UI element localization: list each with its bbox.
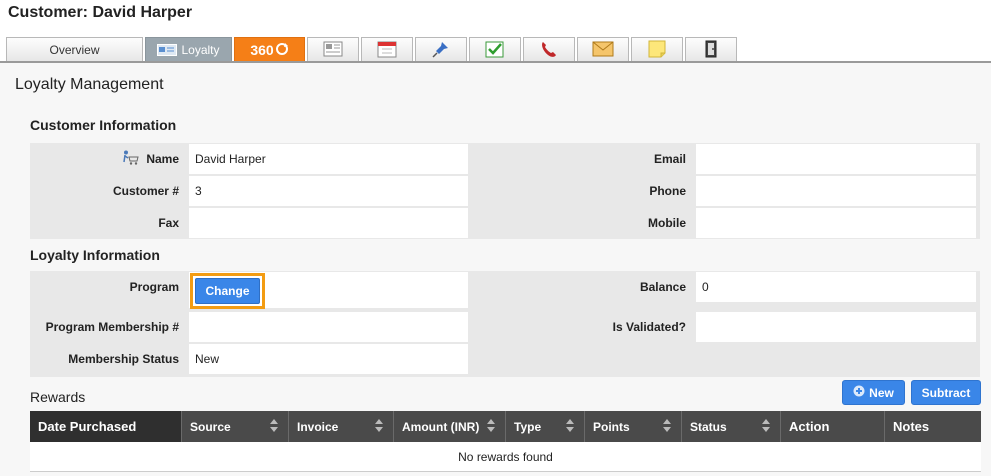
customer-row-number: Customer # 3 Phone <box>30 176 980 206</box>
customer-row-name: Name David Harper Email <box>30 144 980 174</box>
membership-number-field[interactable] <box>189 312 468 342</box>
sort-icon <box>270 419 278 433</box>
sort-icon <box>762 419 770 433</box>
loyalty-info-title: Loyalty Information <box>30 247 160 263</box>
customer-info-grid: Name David Harper Email Customer # 3 Pho… <box>30 143 980 239</box>
tab-phone[interactable] <box>523 37 575 62</box>
col-invoice[interactable]: Invoice <box>289 411 394 442</box>
col-status[interactable]: Status <box>682 411 781 442</box>
col-points-label: Points <box>593 419 630 434</box>
sort-icon <box>375 419 383 433</box>
tab-pin[interactable] <box>415 37 467 62</box>
balance-field[interactable]: 0 <box>696 272 976 302</box>
col-source[interactable]: Source <box>182 411 289 442</box>
calendar-icon <box>377 40 397 61</box>
tab-bar: Overview Loyalty 360 <box>6 36 739 62</box>
sort-icon <box>566 419 574 433</box>
col-action: Action <box>781 411 885 442</box>
col-invoice-label: Invoice <box>297 419 339 434</box>
loyalty-info-grid: Program Change Balance 0 Program Members… <box>30 271 980 377</box>
refresh-circle-icon <box>275 42 289 59</box>
membership-status-label: Membership Status <box>68 352 179 366</box>
sort-icon <box>487 419 495 433</box>
tab-360-label: 360 <box>250 42 274 58</box>
new-reward-label: New <box>869 385 894 400</box>
phone-icon <box>539 40 559 61</box>
tab-newspaper[interactable] <box>307 37 359 62</box>
col-source-label: Source <box>190 419 231 434</box>
rewards-title: Rewards <box>30 389 86 405</box>
rewards-table-header: Date Purchased Source Invoice Amount (IN… <box>30 411 981 442</box>
new-reward-button[interactable]: New <box>842 380 905 405</box>
membership-status-field[interactable]: New <box>189 344 468 374</box>
customer-number-label: Customer # <box>112 184 179 198</box>
is-validated-label: Is Validated? <box>612 320 686 334</box>
change-button-focus: Change <box>190 273 265 309</box>
task-check-icon <box>485 40 505 61</box>
name-field[interactable]: David Harper <box>189 144 468 174</box>
door-icon <box>704 40 718 61</box>
is-validated-field[interactable] <box>696 312 976 342</box>
customer-title: Customer: David Harper <box>8 4 193 21</box>
col-type[interactable]: Type <box>506 411 585 442</box>
plus-circle-icon <box>853 385 865 400</box>
sort-icon <box>663 419 671 433</box>
col-status-label: Status <box>690 419 727 434</box>
customer-header: Customer: David Harper <box>0 0 991 34</box>
change-program-button[interactable]: Change <box>195 278 260 304</box>
note-icon <box>647 39 667 62</box>
loyalty-row-status: Membership Status New <box>30 344 980 374</box>
fax-field[interactable] <box>189 208 468 238</box>
col-date-purchased[interactable]: Date Purchased <box>30 411 182 442</box>
phone-field[interactable] <box>696 176 976 206</box>
col-notes: Notes <box>893 419 930 434</box>
tab-overview[interactable]: Overview <box>6 37 143 62</box>
fax-label: Fax <box>158 216 179 230</box>
mobile-label: Mobile <box>648 216 686 230</box>
tab-loyalty-label: Loyalty <box>181 43 220 57</box>
tab-email[interactable] <box>577 37 629 62</box>
email-field[interactable] <box>696 144 976 174</box>
customer-row-fax: Fax Mobile <box>30 208 980 238</box>
col-points[interactable]: Points <box>585 411 682 442</box>
newspaper-icon <box>323 41 343 60</box>
rewards-empty-message: No rewards found <box>30 442 981 472</box>
loyalty-panel: Loyalty Management Customer Information … <box>0 63 991 476</box>
tab-360[interactable]: 360 <box>234 37 305 62</box>
subtract-button[interactable]: Subtract <box>911 380 981 405</box>
pin-icon <box>432 40 450 61</box>
envelope-icon <box>592 41 614 60</box>
tab-exit[interactable] <box>685 37 737 62</box>
col-amount-label: Amount (INR) <box>402 419 480 434</box>
mobile-field[interactable] <box>696 208 976 238</box>
balance-label: Balance <box>639 280 686 294</box>
page-title: Loyalty Management <box>15 76 164 93</box>
customer-number-field[interactable]: 3 <box>189 176 468 206</box>
col-type-label: Type <box>514 419 542 434</box>
customer-info-title: Customer Information <box>30 117 177 133</box>
tab-loyalty[interactable]: Loyalty <box>145 37 232 62</box>
membership-number-label: Program Membership # <box>45 320 179 334</box>
program-label: Program <box>129 280 179 294</box>
tab-note[interactable] <box>631 37 683 62</box>
col-amount[interactable]: Amount (INR) <box>394 411 506 442</box>
phone-label: Phone <box>649 184 686 198</box>
tab-task[interactable] <box>469 37 521 62</box>
tab-calendar[interactable] <box>361 37 413 62</box>
loyalty-row-program: Program Change Balance 0 <box>30 272 980 310</box>
loyalty-card-icon <box>157 44 178 56</box>
email-label: Email <box>653 152 686 166</box>
name-label: Name <box>146 152 179 166</box>
loyalty-row-membership: Program Membership # Is Validated? <box>30 312 980 342</box>
